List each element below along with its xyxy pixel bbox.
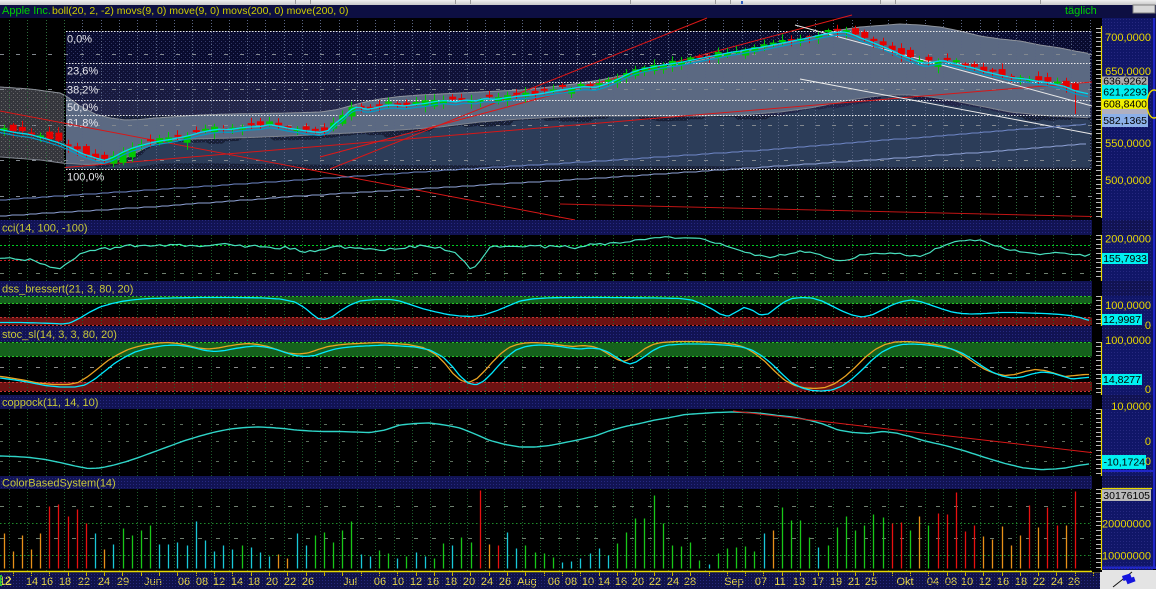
svg-text:14,8277: 14,8277 — [1103, 374, 1141, 386]
svg-text:100,0%: 100,0% — [67, 172, 105, 184]
svg-text:Apple Inc.: Apple Inc. — [2, 5, 51, 17]
svg-text:23,6%: 23,6% — [67, 66, 98, 78]
svg-text:61,8%: 61,8% — [67, 118, 98, 130]
svg-text:0: 0 — [1145, 436, 1151, 448]
svg-text:-10,1724: -10,1724 — [1104, 457, 1146, 469]
svg-text:20000000: 20000000 — [1102, 519, 1151, 531]
svg-text:38,2%: 38,2% — [67, 85, 98, 97]
svg-text:0: 0 — [1145, 320, 1151, 332]
svg-text:700,0000: 700,0000 — [1105, 32, 1151, 44]
svg-text:550,0000: 550,0000 — [1105, 138, 1151, 150]
svg-text:0,0%: 0,0% — [67, 34, 92, 46]
svg-text:10000000: 10000000 — [1102, 551, 1151, 563]
svg-text:155,7933: 155,7933 — [1103, 253, 1147, 265]
svg-text:10,0000: 10,0000 — [1111, 401, 1151, 413]
svg-text:cci(14, 100, -100): cci(14, 100, -100) — [2, 223, 88, 235]
svg-text:boll(20, 2, -2) movs(9, 0) mov: boll(20, 2, -2) movs(9, 0) move(9, 0) mo… — [52, 5, 348, 17]
svg-text:coppock(11, 14, 10): coppock(11, 14, 10) — [2, 397, 98, 409]
svg-text:12,9987: 12,9987 — [1103, 314, 1141, 326]
svg-text:dss_bressert(21, 3, 80, 20): dss_bressert(21, 3, 80, 20) — [2, 284, 133, 296]
svg-text:608,8400: 608,8400 — [1103, 99, 1147, 111]
svg-text:100,0000: 100,0000 — [1105, 335, 1151, 347]
svg-text:0: 0 — [1145, 384, 1151, 396]
svg-text:100,0000: 100,0000 — [1105, 300, 1151, 312]
svg-text:ColorBasedSystem(14): ColorBasedSystem(14) — [2, 478, 116, 490]
svg-text:200,0000: 200,0000 — [1105, 234, 1151, 246]
svg-text:582,1365: 582,1365 — [1103, 115, 1147, 127]
svg-text:0: 0 — [1145, 456, 1151, 468]
svg-text:621,2293: 621,2293 — [1103, 87, 1147, 99]
svg-text:500,0000: 500,0000 — [1105, 175, 1151, 187]
svg-text:stoc_sl(14, 3, 3, 80, 20): stoc_sl(14, 3, 3, 80, 20) — [2, 329, 117, 341]
svg-text:täglich: täglich — [1065, 5, 1097, 17]
svg-text:30176105: 30176105 — [1103, 490, 1150, 502]
svg-text:50,0%: 50,0% — [67, 102, 98, 114]
